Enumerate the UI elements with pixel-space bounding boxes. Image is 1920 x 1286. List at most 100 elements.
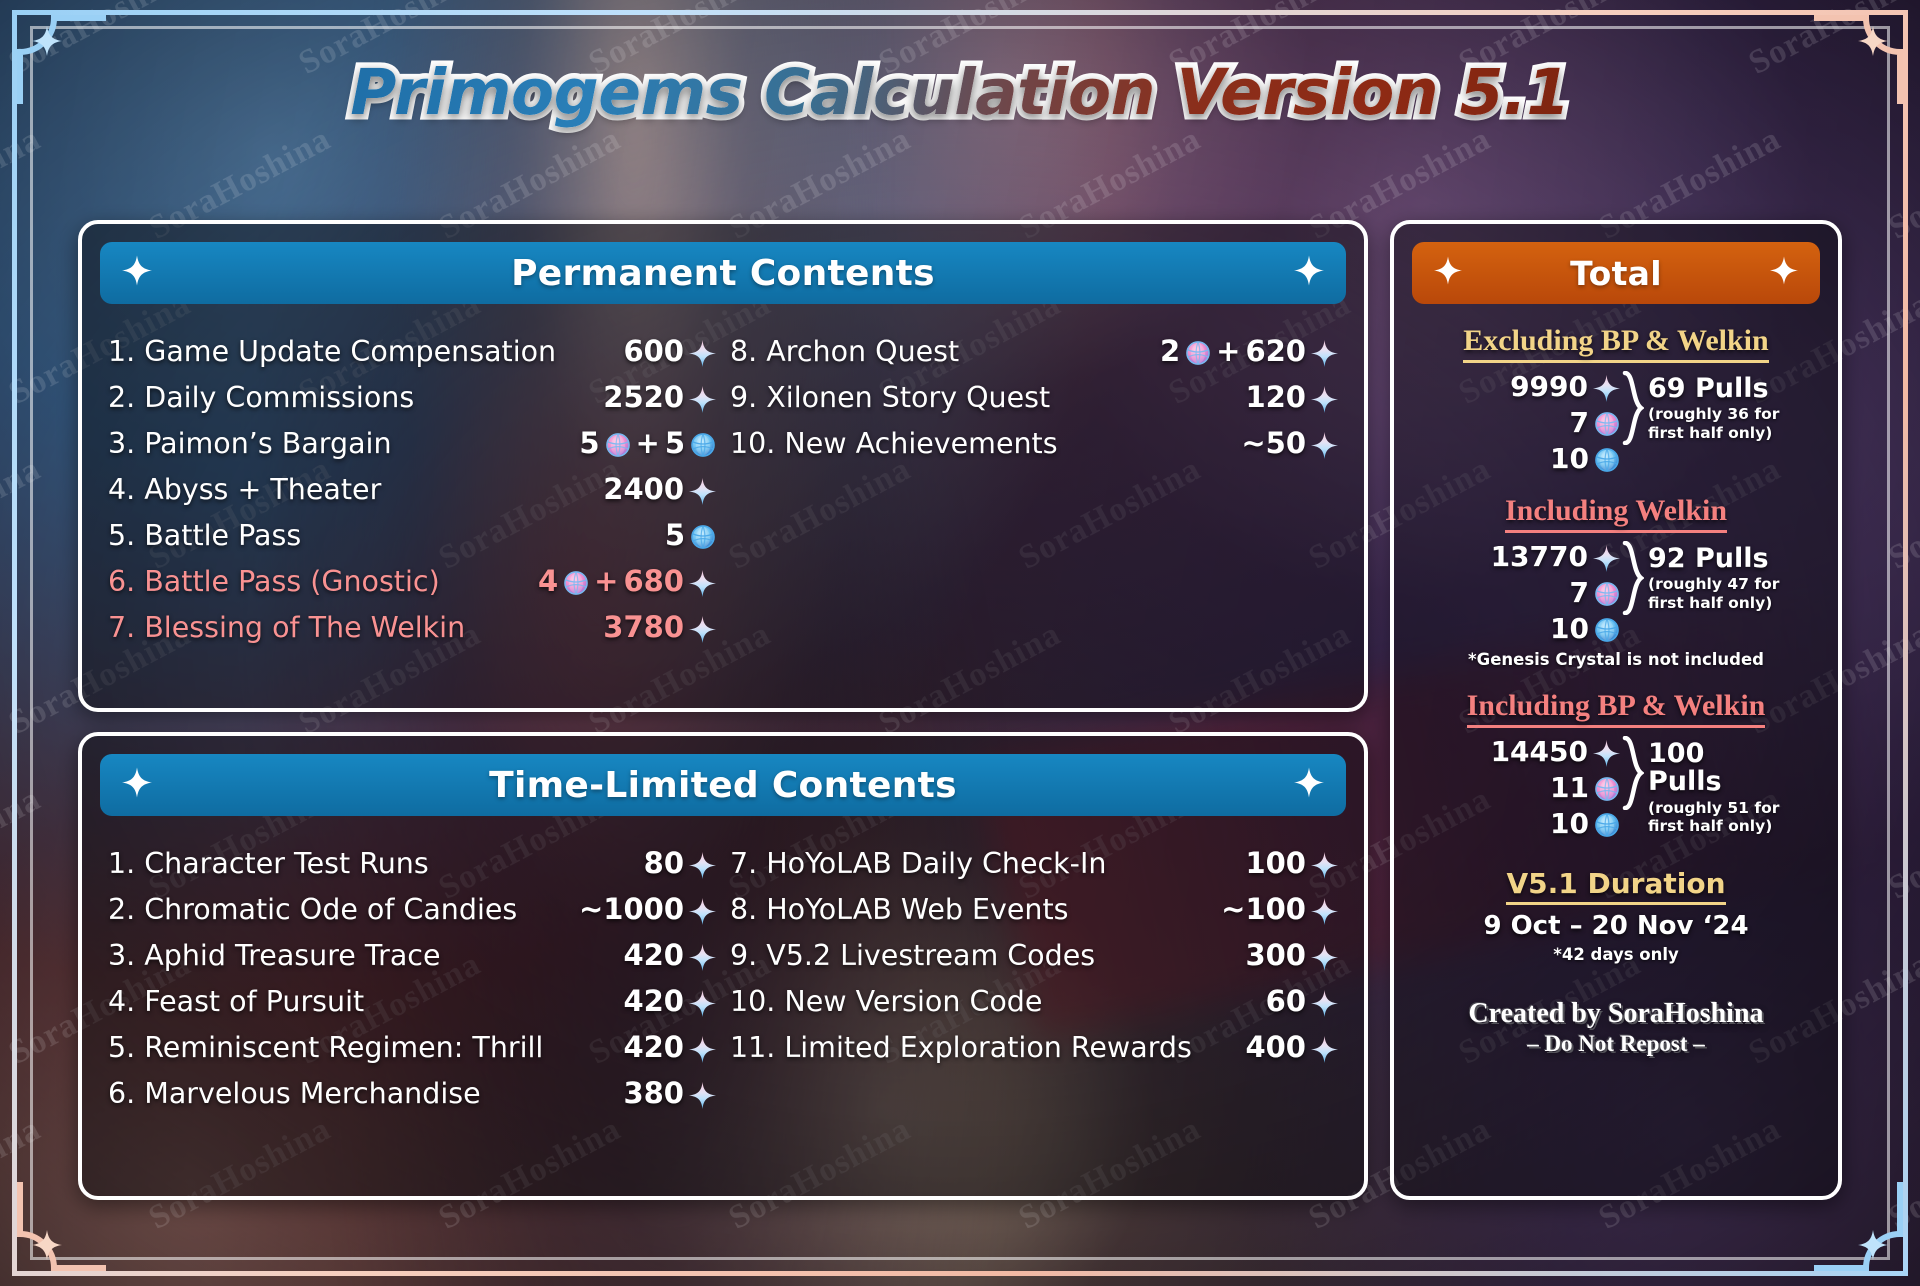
primogem-icon (689, 846, 716, 880)
credit-notice: – Do Not Repost – (1527, 1031, 1705, 1056)
total-group-title: Excluding BP & Welkin (1463, 324, 1769, 363)
watermark-text: SoraHoshina (1882, 780, 1920, 907)
total-pulls-block: 92 Pulls (roughly 47 for first half only) (1648, 539, 1780, 612)
primogem-icon (1311, 426, 1338, 460)
primogem-icon (1311, 938, 1338, 972)
list-item: 5. Battle Pass 5 (108, 512, 716, 558)
value-number: 300 (1245, 938, 1306, 972)
list-item-label: 4. Abyss + Theater (108, 472, 382, 506)
watermark-text: SoraHoshina (872, 0, 1067, 82)
watermark-text: SoraHoshina (583, 1275, 777, 1286)
list-item-label: 2. Daily Commissions (108, 380, 415, 414)
watermark-text: SoraHoshina (1453, 1275, 1647, 1286)
total-primogems: 14450 (1491, 734, 1620, 769)
watermark-text: SoraHoshina (873, 1275, 1067, 1286)
list-item-label: 9. Xilonen Story Quest (730, 380, 1051, 414)
list-item-label: 6. Marvelous Merchandise (108, 1076, 481, 1110)
primogem-icon (1311, 892, 1338, 926)
watermark-text: SoraHoshina (0, 1110, 47, 1237)
time-limited-right-column: 7. HoYoLAB Daily Check-In 100 8. HoYoLAB W… (730, 840, 1338, 1116)
primogem-icon (689, 380, 716, 414)
total-group: Including Welkin 13770 7 10 92 Pulls (roughly… (1408, 494, 1824, 669)
panel-total: Total Excluding BP & Welkin 9990 7 10 69 Pul… (1390, 220, 1842, 1200)
list-item-value: 2520 (603, 380, 716, 414)
value-number: 380 (623, 1076, 684, 1110)
list-item: 6. Marvelous Merchandise 380 (108, 1070, 716, 1116)
primogem-icon (689, 892, 716, 926)
value-number: 3780 (603, 610, 684, 644)
list-item-value: 60 (1266, 984, 1338, 1018)
sparkle-icon (1294, 767, 1324, 803)
total-amounts: 9990 7 10 (1452, 369, 1620, 476)
sparkle-icon (1294, 255, 1324, 291)
list-item-value: 600 (623, 334, 716, 368)
intertwined-fate-icon (605, 426, 631, 460)
total-group-body: 14450 11 10 100 Pulls (roughly 51 for first … (1408, 734, 1824, 841)
list-item: 7. HoYoLAB Daily Check-In 100 (730, 840, 1338, 886)
list-item-value: 2400 (603, 472, 716, 506)
acquaint-fate-amount: 10 (1550, 612, 1589, 645)
total-primogems: 13770 (1491, 539, 1620, 574)
list-item-label: 9. V5.2 Livestream Codes (730, 938, 1096, 972)
watermark-text: SoraHoshina (292, 0, 487, 82)
list-item-value: 420 (623, 1030, 716, 1064)
total-pulls: 69 Pulls (1648, 373, 1769, 404)
total-pulls-block: 100 Pulls (roughly 51 for first half only… (1648, 734, 1780, 835)
value-number: 420 (623, 984, 684, 1018)
watermark-text: SoraHoshina (1452, 0, 1647, 82)
total-intertwined-fates: 7 (1570, 575, 1620, 610)
watermark-text: SoraHoshina (0, 120, 47, 247)
list-item-value: 4 +680 (538, 564, 716, 598)
list-item-value: ~100 (1221, 892, 1338, 926)
value-number: 60 (1265, 984, 1306, 1018)
primogem-icon (689, 1076, 716, 1110)
value-number: ~1000 (578, 892, 684, 926)
primogem-icon (1311, 334, 1338, 368)
value-number: 420 (623, 938, 684, 972)
sparkle-icon (122, 255, 152, 291)
total-pulls-note: (roughly 47 for first half only) (1648, 575, 1780, 612)
value-number: 5 (664, 518, 685, 552)
value-number: 2400 (603, 472, 684, 506)
permanent-contents-body: 1. Game Update Compensation 600 2. Daily C… (82, 304, 1364, 650)
duration-note: *42 days only (1553, 945, 1679, 964)
watermark-text: SoraHoshina (3, 1275, 197, 1286)
list-item: 2. Daily Commissions 2520 (108, 374, 716, 420)
list-item-label: 1. Game Update Compensation (108, 334, 557, 368)
watermark-text: SoraHoshina (0, 780, 47, 907)
total-acquaint-fates: 10 (1550, 806, 1620, 841)
primogem-icon (689, 938, 716, 972)
total-body: Excluding BP & Welkin 9990 7 10 69 Pulls (rou… (1394, 304, 1838, 1057)
value-number-secondary: 5 (664, 426, 685, 460)
infographic-root: SoraHoshina SoraHoshina SoraHoshina SoraHos… (0, 0, 1920, 1286)
brace-icon (1622, 541, 1644, 615)
list-item-value: 5 +5 (579, 426, 716, 460)
acquaint-fate-icon (690, 518, 716, 552)
list-item-label: 6. Battle Pass (Gnostic) (108, 564, 440, 598)
watermark-text: SoraHoshina (2, 0, 197, 82)
list-item-value: 420 (623, 984, 716, 1018)
primogem-icon (689, 610, 716, 644)
value-separator: + (1216, 334, 1241, 368)
primogem-amount: 9990 (1510, 370, 1588, 403)
value-number: 400 (1245, 1030, 1306, 1064)
acquaint-fate-amount: 10 (1550, 807, 1589, 840)
value-separator: + (594, 564, 619, 598)
list-item-label: 8. Archon Quest (730, 334, 960, 368)
list-item-value: 300 (1245, 938, 1338, 972)
list-item-label: 5. Reminiscent Regimen: Thrill (108, 1030, 544, 1064)
total-intertwined-fates: 7 (1570, 405, 1620, 440)
sparkle-icon (1770, 256, 1798, 290)
permanent-right-column: 8. Archon Quest 2 +620 9. Xilonen Story Que… (730, 328, 1338, 650)
list-item-label: 10. New Version Code (730, 984, 1043, 1018)
list-item: 6. Battle Pass (Gnostic) 4 +680 (108, 558, 716, 604)
watermark-text: SoraHoshina (1742, 0, 1920, 82)
list-item-label: 8. HoYoLAB Web Events (730, 892, 1069, 926)
total-amounts: 14450 11 10 (1452, 734, 1620, 841)
list-item-value: ~1000 (579, 892, 716, 926)
time-limited-contents-header: Time-Limited Contents (100, 754, 1346, 816)
list-item: 10. New Achievements ~50 (730, 420, 1338, 466)
intertwined-fate-icon (1185, 334, 1211, 368)
primogem-icon (1593, 735, 1620, 768)
acquaint-fate-icon (1594, 442, 1620, 475)
